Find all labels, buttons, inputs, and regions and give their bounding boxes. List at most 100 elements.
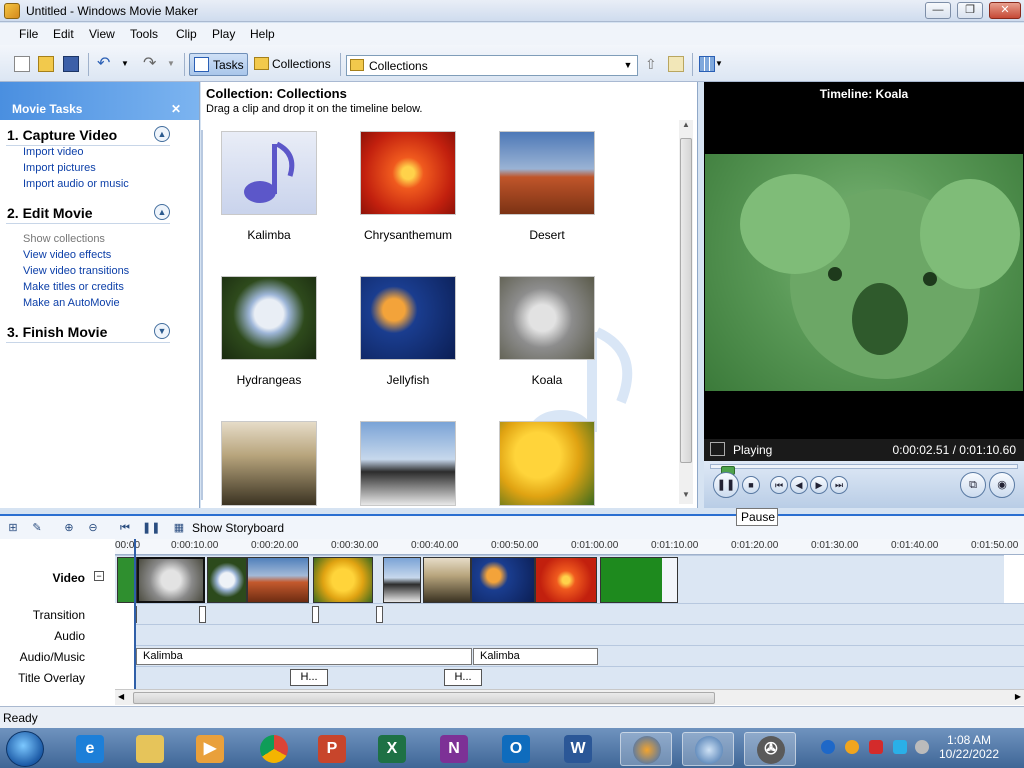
- storyboard-icon[interactable]: ▦: [172, 521, 186, 535]
- time-ruler[interactable]: 00:00 0:00:10.00 0:00:20.00 0:00:30.00 0…: [115, 539, 1024, 555]
- search-tray-icon[interactable]: [845, 740, 859, 754]
- seek-bar[interactable]: [710, 464, 1018, 475]
- video-clip-chrysanthemum[interactable]: [535, 557, 597, 603]
- clip-thumbnail-tulips[interactable]: [499, 421, 595, 506]
- clip-thumbnail-penguins[interactable]: [360, 421, 456, 506]
- transition-marker[interactable]: [312, 606, 319, 623]
- taskbar-clock[interactable]: 1:08 AM 10/22/2022: [934, 733, 1004, 761]
- undo-icon[interactable]: ↶: [97, 56, 113, 72]
- taskbar-media-center[interactable]: ▶: [184, 732, 236, 766]
- volume-tray-icon[interactable]: [915, 740, 929, 754]
- scroll-up-icon[interactable]: ▲: [679, 120, 693, 134]
- video-clip-lighthouse[interactable]: [423, 557, 471, 603]
- collapse-video-track-icon[interactable]: −: [94, 571, 104, 581]
- redo-dropdown-icon[interactable]: ▼: [167, 56, 183, 72]
- taskbar-word[interactable]: W: [552, 732, 604, 766]
- new-project-icon[interactable]: [14, 56, 30, 72]
- transition-marker[interactable]: [376, 606, 383, 623]
- menu-tools[interactable]: Tools: [130, 27, 158, 41]
- clip-thumbnail-desert[interactable]: [499, 131, 595, 215]
- undo-dropdown-icon[interactable]: ▼: [121, 56, 137, 72]
- taskbar-outlook[interactable]: O: [490, 732, 542, 766]
- up-one-level-icon[interactable]: ⇧: [645, 56, 661, 72]
- save-project-icon[interactable]: [63, 56, 79, 72]
- taskbar-internet-explorer[interactable]: e: [64, 732, 116, 766]
- view-video-transitions-link[interactable]: View video transitions: [23, 265, 129, 277]
- title-overlay-clip[interactable]: H...: [290, 669, 328, 686]
- views-icon[interactable]: [699, 56, 715, 72]
- section-finish-movie[interactable]: 3. Finish Movie ▼: [6, 323, 170, 343]
- view-video-effects-link[interactable]: View video effects: [23, 249, 111, 261]
- taskbar-chrome[interactable]: [248, 732, 300, 766]
- scroll-right-icon[interactable]: ▶: [1015, 692, 1021, 701]
- clip-thumbnail-chrysanthemum[interactable]: [360, 131, 456, 215]
- next-frame-button[interactable]: ⏭: [830, 476, 848, 494]
- taskbar-onenote[interactable]: N: [428, 732, 480, 766]
- scroll-left-icon[interactable]: ◀: [118, 692, 124, 701]
- clip-thumbnail-kalimba[interactable]: [221, 131, 317, 215]
- video-track[interactable]: [115, 555, 1004, 603]
- collection-dropdown[interactable]: Collections ▼: [346, 55, 638, 76]
- collections-button[interactable]: Collections: [252, 53, 336, 76]
- menu-view[interactable]: View: [89, 27, 115, 41]
- section-capture-video[interactable]: 1. Capture Video ▲: [6, 126, 170, 146]
- menu-file[interactable]: File: [19, 27, 38, 41]
- transition-track[interactable]: [135, 603, 1024, 624]
- rewind-button[interactable]: ◀: [790, 476, 808, 494]
- menu-help[interactable]: Help: [250, 27, 275, 41]
- take-picture-button[interactable]: ◉: [989, 472, 1015, 498]
- taskbar-file-explorer[interactable]: [124, 732, 176, 766]
- start-button[interactable]: [6, 731, 44, 767]
- collapse-icon[interactable]: ▲: [154, 204, 170, 220]
- video-clip-title[interactable]: [600, 557, 678, 603]
- menu-clip[interactable]: Clip: [176, 27, 197, 41]
- set-audio-levels-icon[interactable]: ⊞: [6, 521, 20, 535]
- narrate-timeline-icon[interactable]: ✎: [30, 521, 44, 535]
- show-storyboard-button[interactable]: Show Storyboard: [192, 521, 284, 535]
- expand-icon[interactable]: ▼: [154, 323, 170, 339]
- maximize-button[interactable]: ❐: [957, 2, 983, 19]
- make-automovie-link[interactable]: Make an AutoMovie: [23, 297, 120, 309]
- audio-track[interactable]: [135, 624, 1024, 645]
- minimize-button[interactable]: —: [925, 2, 951, 19]
- clip-thumbnail-jellyfish[interactable]: [360, 276, 456, 360]
- taskbar-powerpoint[interactable]: P: [306, 732, 358, 766]
- flag-tray-icon[interactable]: [869, 740, 883, 754]
- stop-button[interactable]: ■: [742, 476, 760, 494]
- transition-marker[interactable]: [199, 606, 206, 623]
- clip-thumbnail-koala[interactable]: [499, 276, 595, 360]
- pause-timeline-icon[interactable]: ❚❚: [142, 521, 160, 535]
- display-tray-icon[interactable]: [893, 740, 907, 754]
- pause-button[interactable]: ❚❚: [713, 472, 739, 498]
- audio-clip-kalimba[interactable]: Kalimba: [473, 648, 598, 665]
- open-project-icon[interactable]: [38, 56, 54, 72]
- new-collection-folder-icon[interactable]: [668, 56, 684, 72]
- taskbar-excel[interactable]: X: [366, 732, 418, 766]
- close-icon[interactable]: ✕: [171, 102, 181, 116]
- menu-play[interactable]: Play: [212, 27, 235, 41]
- menu-edit[interactable]: Edit: [53, 27, 74, 41]
- title-overlay-clip[interactable]: H...: [444, 669, 482, 686]
- import-audio-link[interactable]: Import audio or music: [23, 178, 129, 190]
- rewind-timeline-icon[interactable]: ⏮: [118, 521, 132, 535]
- import-pictures-link[interactable]: Import pictures: [23, 162, 96, 174]
- make-titles-link[interactable]: Make titles or credits: [23, 281, 124, 293]
- collapse-icon[interactable]: ▲: [154, 126, 170, 142]
- section-edit-movie[interactable]: 2. Edit Movie ▲: [6, 204, 170, 224]
- taskbar-media-player[interactable]: [620, 732, 672, 766]
- zoom-in-icon[interactable]: ⊕: [62, 521, 76, 535]
- views-dropdown-icon[interactable]: ▼: [715, 56, 731, 72]
- title-overlay-track[interactable]: H... H...: [135, 666, 1024, 689]
- collection-vertical-scrollbar[interactable]: ▲ ▼: [679, 120, 693, 504]
- zoom-out-icon[interactable]: ⊖: [86, 521, 100, 535]
- timeline-horizontal-scrollbar[interactable]: ◀ ▶: [115, 689, 1024, 705]
- close-button[interactable]: ✕: [989, 2, 1021, 19]
- scrollbar-thumb[interactable]: [680, 138, 692, 463]
- clip-thumbnail-hydrangeas[interactable]: [221, 276, 317, 360]
- video-clip-koala[interactable]: [137, 557, 205, 603]
- video-clip-penguins[interactable]: [383, 557, 421, 603]
- network-tray-icon[interactable]: [821, 740, 835, 754]
- video-clip-hydrangeas[interactable]: [207, 557, 247, 603]
- redo-icon[interactable]: ↷: [143, 56, 159, 72]
- video-clip-desert[interactable]: [247, 557, 309, 603]
